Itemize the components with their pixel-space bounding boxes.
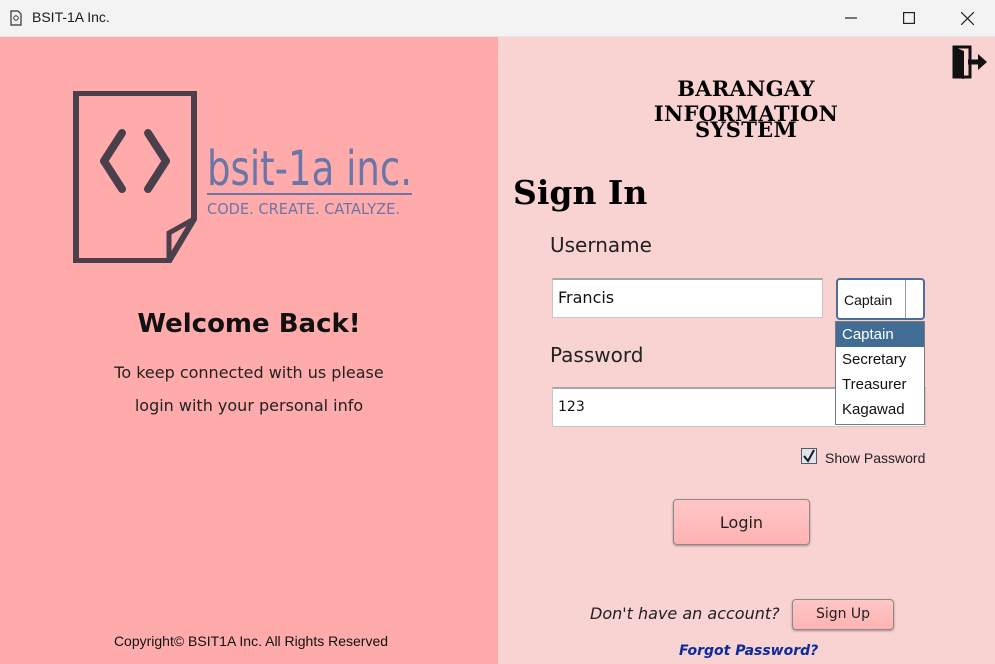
username-field[interactable]: Francis [552, 278, 823, 318]
code-document-icon: bsit-1a inc. CODE. CREATE. CATALYZE. [73, 90, 412, 264]
password-label: Password [550, 343, 644, 367]
sign-up-button[interactable]: Sign Up [792, 599, 894, 630]
no-account-text: Don't have an account? [590, 604, 780, 623]
exit-door-icon[interactable] [952, 45, 988, 79]
close-icon [960, 11, 974, 25]
show-password-label[interactable]: Show Password [825, 450, 925, 466]
sign-in-panel: BARANGAY INFORMATION SYSTEM Sign In User… [498, 37, 995, 664]
login-button-label: Login [719, 513, 764, 532]
username-label: Username [550, 233, 652, 257]
window-title: BSIT-1A Inc. [32, 9, 110, 25]
company-logo: bsit-1a inc. CODE. CREATE. CATALYZE. [72, 90, 417, 264]
welcome-subtext-line1: To keep connected with us please [114, 363, 384, 382]
welcome-subtext-line2: login with your personal info [134, 396, 364, 415]
role-select[interactable]: Captain [836, 278, 925, 320]
window-titlebar: BSIT-1A Inc. [0, 0, 995, 37]
sign-in-heading: Sign In [513, 173, 648, 212]
role-option-secretary[interactable]: Secretary [836, 347, 924, 372]
logo-brand-text: bsit-1a inc. [207, 141, 412, 197]
role-option-kagawad[interactable]: Kagawad [836, 397, 924, 422]
logo-tagline: CODE. CREATE. CATALYZE. [207, 200, 400, 218]
welcome-heading: Welcome Back! [137, 309, 361, 339]
show-password-checkbox[interactable] [801, 448, 817, 464]
role-dropdown-list: Captain Secretary Treasurer Kagawad [835, 321, 925, 425]
minimize-button[interactable] [822, 0, 880, 36]
welcome-panel: bsit-1a inc. CODE. CREATE. CATALYZE. Wel… [0, 37, 498, 664]
app-icon [10, 10, 22, 26]
sign-up-button-label: Sign Up [815, 606, 871, 622]
login-button[interactable]: Login [673, 499, 810, 545]
copyright-text: Copyright© BSIT1A Inc. All Rights Reserv… [113, 633, 389, 649]
combo-divider [905, 280, 906, 318]
forgot-password-link[interactable]: Forgot Password? [679, 643, 818, 659]
minimize-icon [845, 17, 857, 19]
close-button[interactable] [938, 0, 995, 36]
role-option-treasurer[interactable]: Treasurer [836, 372, 924, 397]
role-select-value: Captain [844, 292, 893, 308]
checkmark-icon [803, 449, 815, 463]
role-option-captain[interactable]: Captain [836, 322, 924, 347]
maximize-button[interactable] [880, 0, 938, 36]
maximize-icon [903, 12, 915, 24]
system-title-line2: SYSTEM [694, 117, 797, 142]
